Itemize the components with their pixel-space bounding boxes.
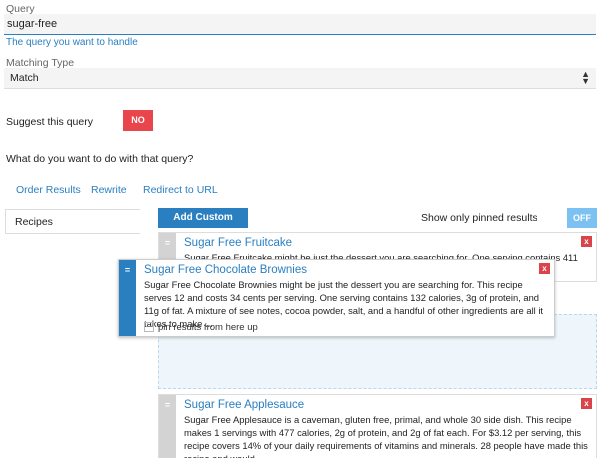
query-help-text: The query you want to handle <box>6 37 138 48</box>
result-card-dragging[interactable]: = Sugar Free Chocolate Brownies Sugar Fr… <box>118 259 555 337</box>
query-input[interactable] <box>4 14 596 35</box>
drag-handle[interactable]: = <box>119 260 136 336</box>
pin-checkbox[interactable] <box>144 322 154 332</box>
pinned-toggle[interactable]: OFF <box>567 208 597 228</box>
close-icon[interactable]: x <box>581 398 592 409</box>
tab-order-results[interactable]: Order Results <box>16 184 81 196</box>
suggest-toggle-track[interactable] <box>93 110 123 131</box>
close-icon[interactable]: x <box>539 263 550 274</box>
close-icon[interactable]: x <box>581 236 592 247</box>
drag-handle-icon: = <box>124 265 131 275</box>
sidebar-item-recipes[interactable]: Recipes <box>5 209 140 234</box>
add-custom-result-button[interactable]: Add Custom Result <box>158 208 248 243</box>
pin-label: pin results from here up <box>158 322 258 333</box>
drag-handle[interactable]: = <box>159 395 176 458</box>
result-description: Sugar Free Applesauce is a caveman, glut… <box>184 414 588 458</box>
pinned-results-label: Show only pinned results ?: <box>421 212 553 224</box>
drag-handle-icon: = <box>164 400 171 410</box>
result-title[interactable]: Sugar Free Chocolate Brownies <box>144 264 307 276</box>
tab-rewrite[interactable]: Rewrite <box>91 184 127 196</box>
pin-results-row[interactable]: pin results from here up <box>144 322 258 333</box>
result-card[interactable]: = Sugar Free Applesauce Sugar Free Apple… <box>158 394 597 458</box>
action-question-label: What do you want to do with that query? <box>6 153 194 165</box>
select-arrows-icon: ▲ ▼ <box>581 69 590 86</box>
result-title[interactable]: Sugar Free Fruitcake <box>184 237 292 249</box>
matching-type-select[interactable]: Match ▲ ▼ <box>4 68 596 89</box>
pinned-toggle-track[interactable] <box>537 208 567 228</box>
tab-redirect-url[interactable]: Redirect to URL <box>143 184 218 196</box>
matching-type-value: Match <box>10 72 39 84</box>
result-title[interactable]: Sugar Free Applesauce <box>184 399 304 411</box>
suggest-toggle[interactable]: NO <box>123 110 153 131</box>
drag-handle-icon: = <box>164 238 171 248</box>
